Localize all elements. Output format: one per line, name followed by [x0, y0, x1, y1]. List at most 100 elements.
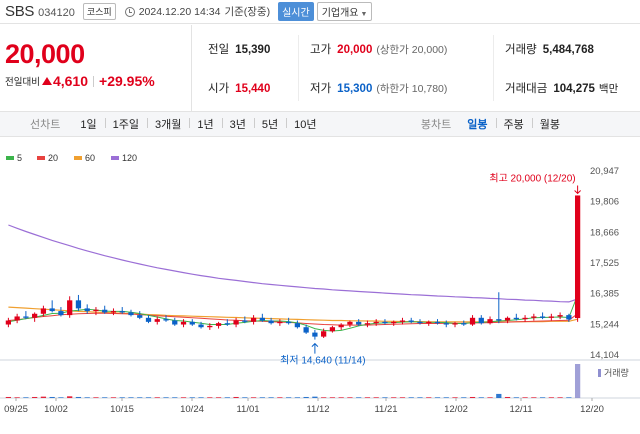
volume-bar [522, 397, 528, 398]
volume-bar [23, 397, 29, 398]
candle-body [233, 320, 239, 325]
stat-label: 전일 [208, 44, 230, 56]
volume-bar [84, 397, 90, 398]
period-10y[interactable]: 10년 [286, 116, 324, 132]
volume-bar [294, 397, 301, 398]
y-tick-label: 15,244 [590, 319, 619, 330]
quote-datetime: 2024.12.20 14:34 [138, 5, 221, 18]
market-badge: 코스피 [82, 3, 116, 20]
candle-body [373, 321, 379, 324]
volume-bar [329, 397, 336, 398]
candle-body [172, 320, 178, 325]
volume-bar [382, 397, 388, 398]
stat-value: 15,300 [337, 83, 373, 95]
volume-bar [548, 397, 554, 398]
stat-low: 저가 15,300 (하한가 10,780) [310, 80, 447, 96]
volume-bar [137, 397, 143, 398]
period-5y[interactable]: 5년 [253, 116, 286, 132]
volume-bar [75, 396, 82, 398]
period-3y[interactable]: 3년 [221, 116, 254, 132]
candle-body [215, 323, 222, 326]
candle-body [469, 317, 476, 325]
volume-bar [163, 397, 169, 398]
candle-period-group: 봉차트 일봉 주봉 월봉 [421, 116, 568, 132]
candle-body [207, 325, 213, 328]
period-1d[interactable]: 1일 [72, 116, 104, 132]
volume-bar [469, 396, 476, 398]
volume-bar [373, 397, 379, 398]
candle-body [32, 313, 38, 318]
candle-body [145, 317, 152, 322]
amount-unit: 백만 [598, 83, 619, 95]
x-tick-label: 09/25 [4, 404, 28, 415]
candle-monthly[interactable]: 월봉 [531, 116, 568, 132]
candle-body [478, 317, 484, 324]
candle-body [5, 320, 12, 325]
candle-body [23, 316, 29, 318]
period-3m[interactable]: 3개월 [146, 116, 189, 132]
volume-legend-label: 거래량 [604, 367, 629, 378]
volume-bar [268, 397, 274, 398]
candle-body [513, 317, 519, 320]
volume-bar [408, 397, 414, 398]
legend-label-ma20: 20 [48, 153, 58, 163]
legend-swatch-ma60 [74, 156, 82, 160]
volume-bar [347, 397, 353, 398]
volume-bar [102, 397, 108, 398]
current-price: 20,000 [5, 39, 85, 69]
line-chart-label: 선차트 [30, 119, 61, 131]
candle-body [338, 324, 344, 328]
period-1w[interactable]: 1주일 [104, 116, 147, 132]
volume-bar [154, 397, 160, 398]
clock-icon [124, 6, 135, 17]
candle-body [417, 321, 423, 324]
candle-body [110, 311, 117, 313]
divider [93, 75, 95, 87]
x-tick-label: 12/11 [509, 404, 532, 415]
volume-bar [207, 397, 213, 398]
volume-bar [224, 397, 230, 398]
x-tick-label: 10/02 [44, 404, 68, 415]
volume-bar [478, 397, 484, 398]
candle-body [58, 311, 64, 316]
stat-value: 104,275 [553, 83, 595, 95]
candle-body [391, 321, 397, 324]
candle-body [268, 320, 274, 324]
candle-body [93, 309, 99, 312]
candle-body [303, 327, 309, 333]
candle-weekly[interactable]: 주봉 [495, 116, 532, 132]
candle-body [250, 317, 257, 322]
candle-body [434, 321, 441, 324]
candle-body [531, 316, 537, 318]
candle-body [443, 323, 449, 325]
candle-body [487, 319, 493, 324]
stat-value: 5,484,768 [542, 44, 594, 56]
company-info-label: 기업개요 [321, 8, 359, 19]
y-tick-label: 16,385 [590, 289, 619, 300]
x-tick-label: 12/02 [444, 404, 468, 415]
candle-body [40, 308, 47, 314]
candle-body [399, 320, 406, 322]
candle-body [67, 300, 73, 316]
legend-swatch-ma20 [37, 156, 45, 160]
company-info-button[interactable]: 기업개요 ▼ [316, 2, 373, 21]
stat-label: 고가 [310, 44, 332, 56]
volume-bar [531, 397, 537, 398]
volume-bar [233, 396, 239, 398]
candle-body [461, 323, 467, 325]
volume-bar [93, 397, 99, 398]
max-arrow-icon [574, 185, 581, 195]
volume-bar [504, 396, 511, 398]
period-1y[interactable]: 1년 [189, 116, 221, 132]
candle-body [49, 308, 55, 312]
volume-bar [513, 397, 519, 398]
realtime-button[interactable]: 실시간 [278, 2, 314, 21]
volume-bar [277, 397, 283, 398]
chevron-down-icon: ▼ [360, 11, 368, 18]
volume-bar [443, 397, 449, 398]
volume-bar [14, 397, 20, 398]
candle-daily[interactable]: 일봉 [459, 116, 495, 132]
stat-value: 20,000 [337, 44, 373, 56]
volume-bar [399, 397, 406, 398]
volume-bar [285, 397, 292, 398]
